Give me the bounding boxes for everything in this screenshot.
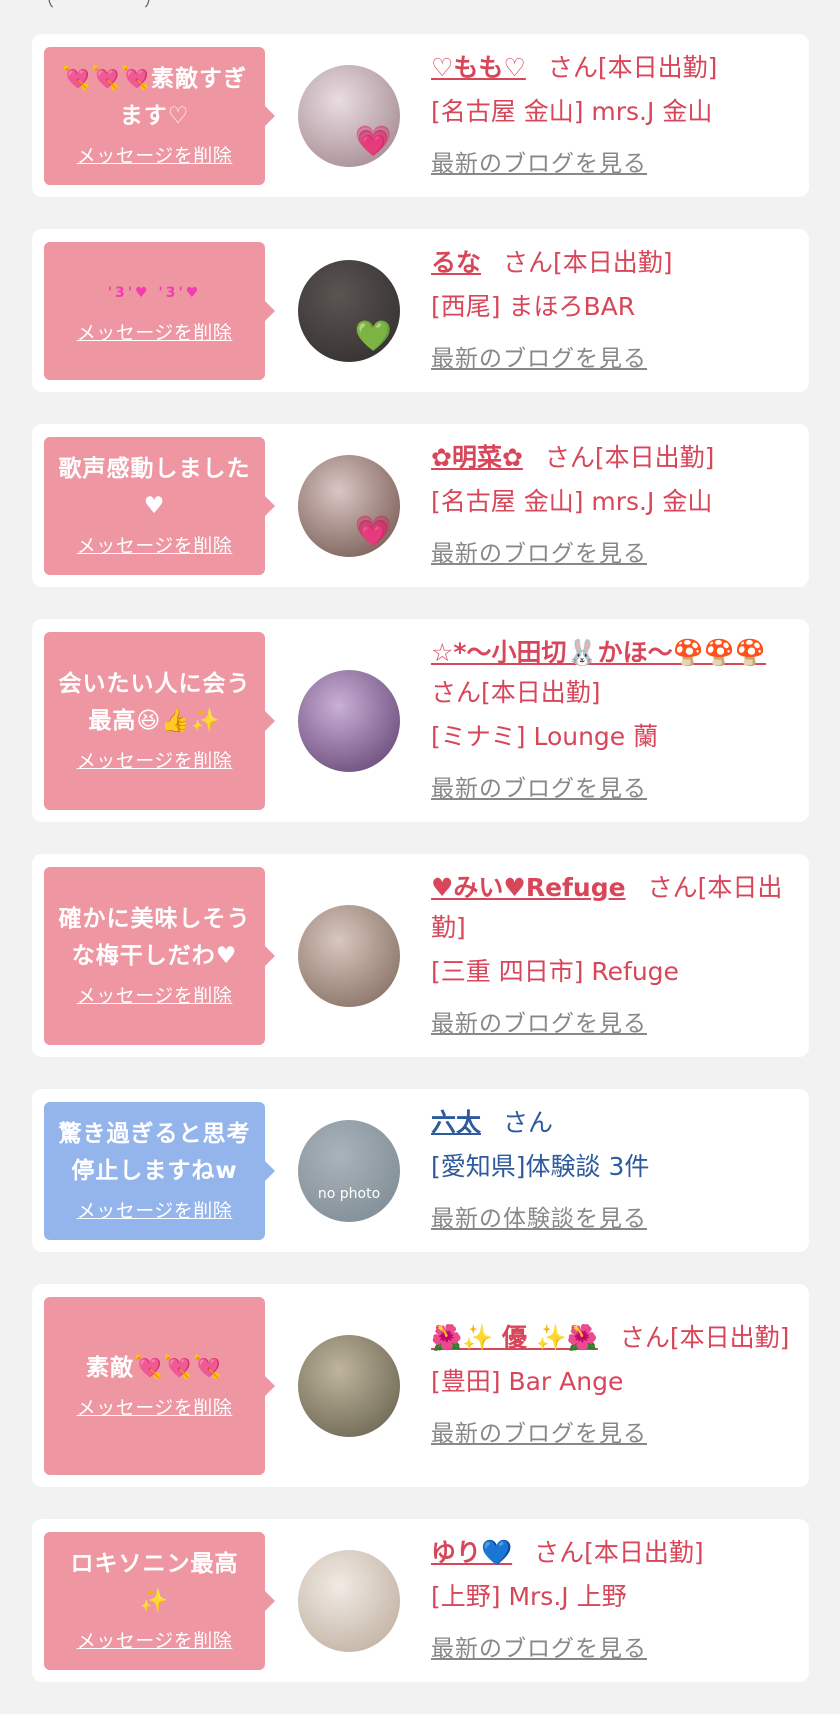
avatar[interactable]: 💗 [298, 454, 400, 557]
avatar[interactable] [298, 1549, 400, 1652]
name-line: ♡もも♡ さん[本日出勤] [431, 48, 797, 88]
name-suffix: さん[本日出勤] [431, 677, 601, 707]
message-text: 会いたい人に会う最高😆👍✨ [58, 671, 251, 734]
top-cut-off-label: （ ） [36, 0, 162, 10]
message-card: 歌声感動しました♥ メッセージを削除 💗 ✿明菜✿ さん[本日出勤] [名古屋 金… [32, 424, 809, 587]
avatar[interactable] [298, 1334, 400, 1437]
message-card: ロキソニン最高✨ メッセージを削除 ゆり💙 さん[本日出勤] [上野] Mrs.J… [32, 1519, 809, 1682]
name-line: ☆*〜小田切🐰かほ〜🍄🍄🍄 さん[本日出勤] [431, 633, 797, 713]
latest-blog-link[interactable]: 最新のブログを見る [431, 534, 647, 574]
shop-label: [名古屋 金山] mrs.J 金山 [431, 486, 713, 516]
profile-name-link[interactable]: 🌺✨ 優 ✨🌺 [431, 1323, 598, 1352]
name-line: ゆり💙 さん[本日出勤] [431, 1533, 797, 1573]
name-suffix: さん[本日出勤] [547, 52, 718, 82]
name-suffix: さん [503, 1107, 554, 1137]
latest-blog-link[interactable]: 最新のブログを見る [431, 1414, 647, 1454]
message-card: 確かに美味しそうな梅干しだわ♥ メッセージを削除 ♥みい♥Refuge さん[本日… [32, 854, 809, 1057]
message-card: '3'♥ '3'♥ メッセージを削除 💚 るな さん[本日出勤] [西尾] まほろ… [32, 229, 809, 392]
shop-label: [上野] Mrs.J 上野 [431, 1581, 627, 1611]
shop-label: [ミナミ] Lounge 蘭 [431, 721, 659, 751]
message-text: 💘💘💘素敵すぎます♡ [62, 66, 247, 129]
avatar-sticker-icon: 💗 [354, 123, 392, 159]
message-bubble: 確かに美味しそうな梅干しだわ♥ メッセージを削除 [44, 866, 275, 1045]
delete-message-link[interactable]: メッセージを削除 [77, 981, 233, 1008]
avatar[interactable]: 💚 [298, 259, 400, 362]
name-suffix: さん[本日出勤] [544, 442, 715, 472]
profile-name-link[interactable]: ☆*〜小田切🐰かほ〜🍄🍄🍄 [431, 638, 766, 667]
delete-message-link[interactable]: メッセージを削除 [77, 531, 233, 558]
name-suffix: さん[本日出勤] [534, 1537, 704, 1567]
avatar-sticker-icon: 💗 [354, 513, 392, 549]
latest-blog-link[interactable]: 最新のブログを見る [431, 1004, 647, 1044]
profile-name-link[interactable]: るな [431, 248, 481, 277]
top-cut-off-text: （ ） [0, 0, 840, 10]
avatar-sticker-icon: 💚 [354, 318, 392, 354]
no-photo-label: no photo [317, 1185, 381, 1202]
profile-name-link[interactable]: ♡もも♡ [431, 53, 526, 82]
profile-name-link[interactable]: ✿明菜✿ [431, 443, 523, 472]
delete-message-link[interactable]: メッセージを削除 [77, 1196, 233, 1223]
latest-blog-link[interactable]: 最新のブログを見る [431, 144, 647, 184]
message-card: 驚き過ぎると思考停止しますねw メッセージを削除 no photo 六太 さん [… [32, 1089, 809, 1252]
message-bubble: ロキソニン最高✨ メッセージを削除 [44, 1531, 275, 1670]
message-text: ロキソニン最高✨ [70, 1551, 239, 1614]
message-bubble: 歌声感動しました♥ メッセージを削除 [44, 436, 275, 575]
delete-message-link[interactable]: メッセージを削除 [77, 318, 233, 345]
delete-message-link[interactable]: メッセージを削除 [77, 746, 233, 773]
message-bubble: 驚き過ぎると思考停止しますねw メッセージを削除 [44, 1101, 275, 1240]
message-card: 素敵💘💘💘 メッセージを削除 🌺✨ 優 ✨🌺 さん[本日出勤] [豊田] Bar … [32, 1284, 809, 1487]
profile-name-link[interactable]: ♥みい♥Refuge [431, 873, 626, 902]
message-list: 💘💘💘素敵すぎます♡ メッセージを削除 💗 ♡もも♡ さん[本日出勤] [名古屋 … [32, 34, 809, 1714]
profile-name-link[interactable]: 六太 [431, 1108, 481, 1137]
latest-blog-link[interactable]: 最新のブログを見る [431, 339, 647, 379]
avatar[interactable]: no photo [298, 1119, 400, 1222]
avatar[interactable]: 💗 [298, 64, 400, 167]
name-suffix: さん[本日出勤] [503, 247, 673, 277]
message-text: 歌声感動しました♥ [58, 456, 251, 519]
message-bubble: '3'♥ '3'♥ メッセージを削除 [44, 241, 275, 380]
message-bubble: 会いたい人に会う最高😆👍✨ メッセージを削除 [44, 631, 275, 810]
latest-blog-link[interactable]: 最新の体験談を見る [431, 1199, 647, 1239]
shop-label: [名古屋 金山] mrs.J 金山 [431, 96, 713, 126]
message-text: 素敵💘💘💘 [86, 1354, 223, 1381]
profile-name-link[interactable]: ゆり💙 [431, 1538, 512, 1567]
delete-message-link[interactable]: メッセージを削除 [77, 1393, 233, 1420]
shop-label: [豊田] Bar Ange [431, 1366, 624, 1396]
latest-blog-link[interactable]: 最新のブログを見る [431, 1629, 647, 1669]
message-text: 驚き過ぎると思考停止しますねw [58, 1121, 251, 1184]
name-line: るな さん[本日出勤] [431, 243, 797, 283]
name-line: ♥みい♥Refuge さん[本日出勤] [431, 868, 797, 948]
name-line: ✿明菜✿ さん[本日出勤] [431, 438, 797, 478]
profile-info: 🌺✨ 優 ✨🌺 さん[本日出勤] [豊田] Bar Ange 最新のブログを見る [431, 1318, 797, 1454]
avatar[interactable] [298, 669, 400, 772]
message-card: 会いたい人に会う最高😆👍✨ メッセージを削除 ☆*〜小田切🐰かほ〜🍄🍄🍄 さん[本… [32, 619, 809, 822]
name-suffix: さん[本日出勤] [619, 1322, 790, 1352]
avatar[interactable] [298, 904, 400, 1007]
profile-info: ♥みい♥Refuge さん[本日出勤] [三重 四日市] Refuge 最新のブロ… [431, 868, 797, 1044]
delete-message-link[interactable]: メッセージを削除 [77, 141, 233, 168]
latest-blog-link[interactable]: 最新のブログを見る [431, 769, 647, 809]
name-line: 🌺✨ 優 ✨🌺 さん[本日出勤] [431, 1318, 797, 1358]
message-bubble: 💘💘💘素敵すぎます♡ メッセージを削除 [44, 46, 275, 185]
delete-message-link[interactable]: メッセージを削除 [77, 1626, 233, 1653]
message-text: '3'♥ '3'♥ [107, 284, 202, 301]
profile-info: ✿明菜✿ さん[本日出勤] [名古屋 金山] mrs.J 金山 最新のブログを見る [431, 438, 797, 574]
profile-info: ☆*〜小田切🐰かほ〜🍄🍄🍄 さん[本日出勤] [ミナミ] Lounge 蘭 最新の… [431, 633, 797, 809]
message-bubble: 素敵💘💘💘 メッセージを削除 [44, 1296, 275, 1475]
profile-info: ゆり💙 さん[本日出勤] [上野] Mrs.J 上野 最新のブログを見る [431, 1533, 797, 1669]
profile-info: るな さん[本日出勤] [西尾] まほろBAR 最新のブログを見る [431, 243, 797, 379]
shop-label: [愛知県]体験談 3件 [431, 1151, 650, 1181]
shop-label: [西尾] まほろBAR [431, 291, 636, 321]
profile-info: 六太 さん [愛知県]体験談 3件 最新の体験談を見る [431, 1103, 797, 1239]
message-card: 💘💘💘素敵すぎます♡ メッセージを削除 💗 ♡もも♡ さん[本日出勤] [名古屋 … [32, 34, 809, 197]
message-text: 確かに美味しそうな梅干しだわ♥ [58, 906, 251, 969]
shop-label: [三重 四日市] Refuge [431, 956, 679, 986]
profile-info: ♡もも♡ さん[本日出勤] [名古屋 金山] mrs.J 金山 最新のブログを見る [431, 48, 797, 184]
name-line: 六太 さん [431, 1103, 797, 1143]
